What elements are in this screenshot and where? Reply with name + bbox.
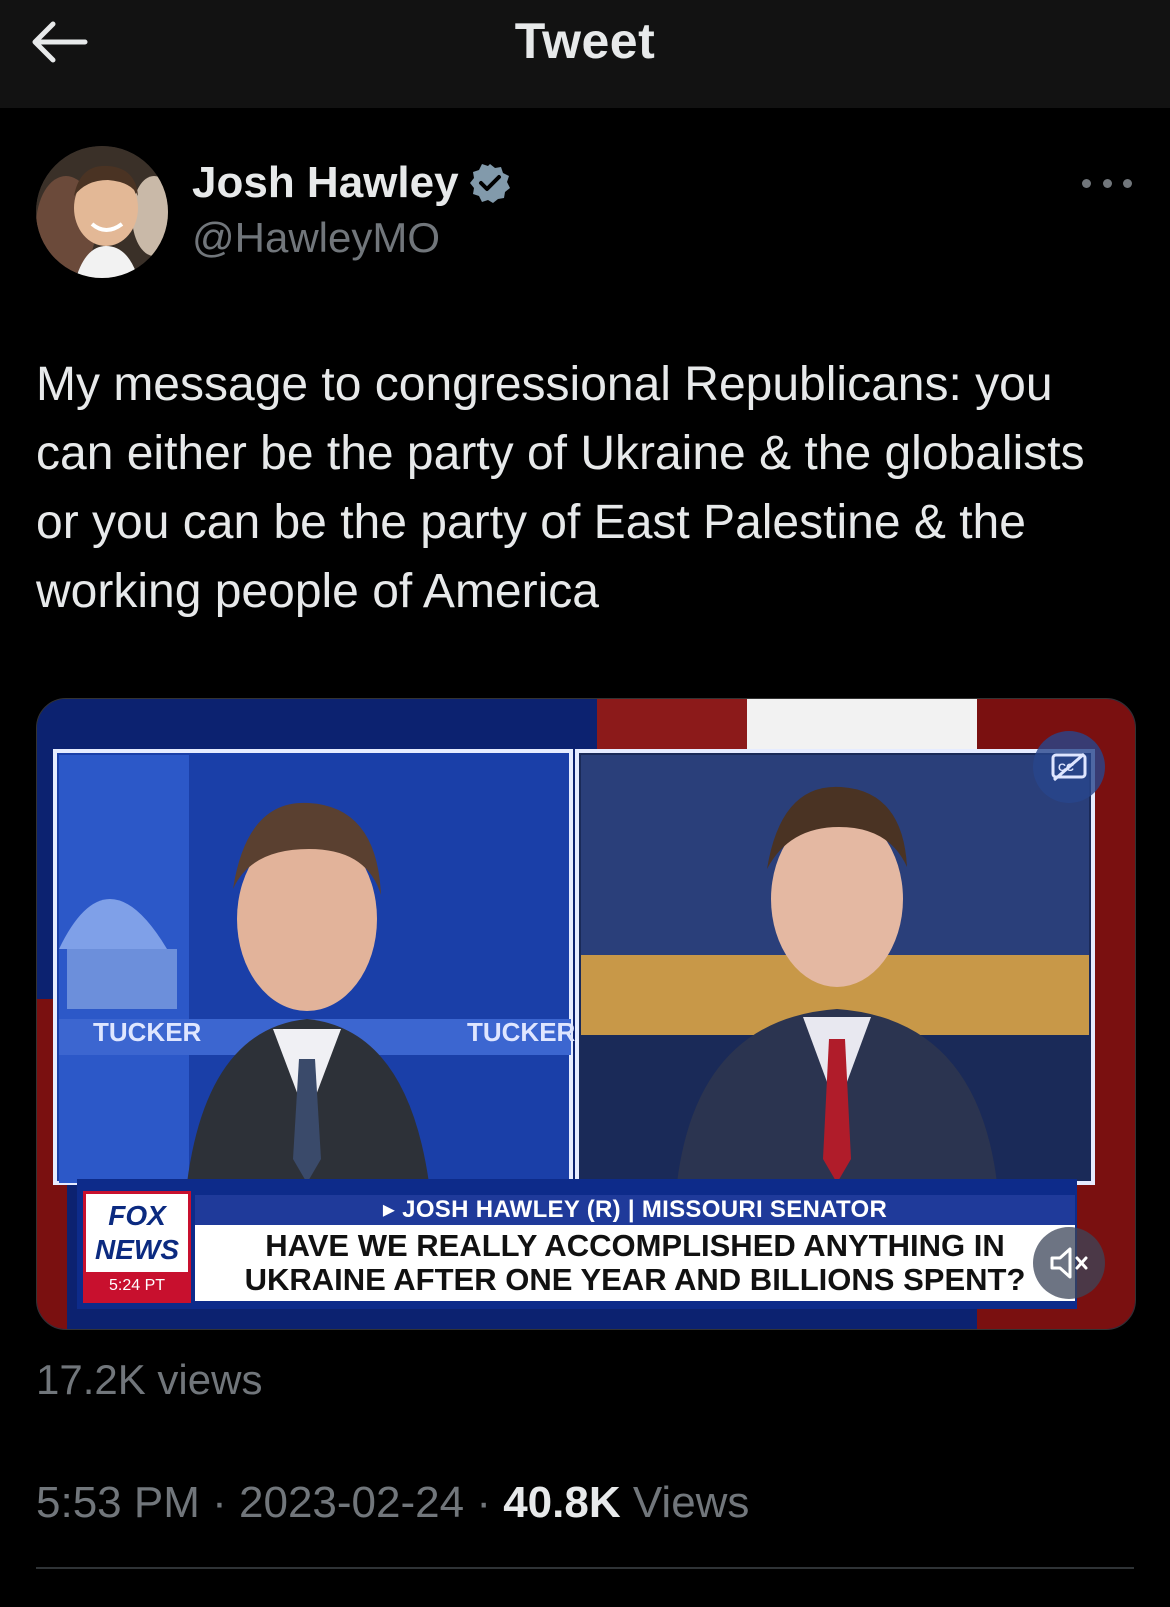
separator: ·: [476, 1478, 491, 1527]
show-label-right: TUCKER: [467, 1017, 576, 1047]
video-player[interactable]: TUCKER TUCKER FOX NEWS 5:24 PT ▸ JOSH HA…: [36, 698, 1136, 1330]
chyron-line-1: HAVE WE REALLY ACCOMPLISHED ANYTHING IN: [265, 1228, 1005, 1263]
author-name[interactable]: Josh Hawley: [192, 158, 511, 208]
divider: [36, 1567, 1134, 1569]
more-dot-icon: [1123, 178, 1132, 188]
views-count[interactable]: 40.8K: [503, 1478, 620, 1527]
more-dot-icon: [1082, 178, 1091, 188]
tweet-time[interactable]: 5:53 PM: [36, 1478, 200, 1527]
logo-line-1: FOX: [108, 1200, 166, 1231]
chyron-headline: HAVE WE REALLY ACCOMPLISHED ANYTHING IN …: [195, 1225, 1075, 1301]
tweet-meta: 5:53 PM · 2023-02-24 · 40.8K Views: [36, 1478, 749, 1528]
top-bar: Tweet: [0, 0, 1170, 108]
separator: ·: [212, 1478, 227, 1527]
chyron-line-2: UKRAINE AFTER ONE YEAR AND BILLIONS SPEN…: [244, 1262, 1026, 1297]
mute-button[interactable]: [1033, 1227, 1105, 1299]
muted-speaker-icon: [1050, 1247, 1088, 1279]
show-label-left: TUCKER: [93, 1017, 202, 1047]
views-label: Views: [632, 1478, 750, 1527]
closed-captions-button[interactable]: CC: [1033, 731, 1105, 803]
chyron-name: ▸ JOSH HAWLEY (R) | MISSOURI SENATOR: [195, 1195, 1075, 1225]
closed-captions-icon: CC: [1051, 752, 1087, 782]
avatar[interactable]: [36, 146, 168, 278]
page-title: Tweet: [514, 13, 656, 69]
logo-time: 5:24 PT: [86, 1272, 188, 1300]
more-options-button[interactable]: [1082, 168, 1132, 198]
verified-badge-icon: [469, 162, 511, 204]
author-handle[interactable]: @HawleyMO: [192, 214, 440, 262]
more-dot-icon: [1102, 178, 1112, 188]
video-view-count: 17.2K views: [36, 1356, 263, 1403]
tweet-text: My message to congressional Republicans:…: [36, 358, 1085, 618]
chyron: ▸ JOSH HAWLEY (R) | MISSOURI SENATOR HAV…: [195, 1195, 1075, 1301]
logo-line-2: NEWS: [95, 1234, 179, 1265]
tweet-date[interactable]: 2023-02-24: [239, 1478, 464, 1527]
author-name-text: Josh Hawley: [192, 158, 459, 207]
fox-news-logo: FOX NEWS 5:24 PT: [83, 1191, 191, 1303]
